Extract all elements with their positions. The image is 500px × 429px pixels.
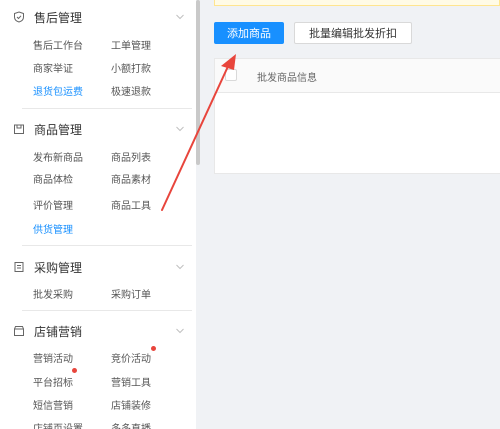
product-box-icon — [14, 124, 24, 134]
section-title: 商品管理 — [34, 122, 83, 137]
sidebar-item-small-payment[interactable]: 小额打款 — [111, 60, 151, 75]
section-header-purchasing[interactable]: 采购管理 — [14, 258, 83, 276]
chevron-down-icon[interactable] — [176, 263, 184, 271]
sidebar-item-purchase-orders[interactable]: 采购订单 — [111, 286, 151, 301]
chevron-down-icon[interactable] — [176, 13, 184, 21]
sidebar-item-sms-marketing[interactable]: 短信营销 — [33, 397, 73, 412]
purchase-list-icon — [14, 262, 24, 272]
sidebar-item-store-decoration[interactable]: 店铺装修 — [111, 397, 151, 412]
select-all-checkbox[interactable] — [225, 69, 237, 81]
sidebar-item-product-checkup[interactable]: 商品体检 — [33, 171, 73, 186]
sidebar-item-return-shipping[interactable]: 退货包运费 — [33, 83, 83, 98]
sidebar-item-live-streaming[interactable]: 多多直播 — [111, 420, 151, 429]
shield-check-icon — [14, 11, 24, 23]
section-header-after-sales[interactable]: 售后管理 — [14, 8, 83, 26]
sidebar: 售后管理 售后工作台 工单管理 商家举证 小额打款 退货包运费 极速退款 商品管… — [0, 0, 196, 429]
main-content: 添加商品 批量编辑批发折扣 批发商品信息 — [200, 0, 500, 429]
shop-icon — [14, 326, 24, 336]
sidebar-item-publish-product[interactable]: 发布新商品 — [33, 149, 83, 164]
sidebar-item-supply-management[interactable]: 供货管理 — [33, 221, 73, 236]
sidebar-item-merchant-evidence[interactable]: 商家举证 — [33, 60, 73, 75]
sidebar-item-fast-refund[interactable]: 极速退款 — [111, 83, 151, 98]
section-divider — [22, 108, 192, 109]
sidebar-item-marketing-activities[interactable]: 营销活动 — [33, 350, 73, 365]
sidebar-item-review-management[interactable]: 评价管理 — [33, 197, 73, 212]
section-header-marketing[interactable]: 店铺营销 — [14, 322, 83, 340]
sidebar-item-product-list[interactable]: 商品列表 — [111, 149, 151, 164]
sidebar-item-bidding-activities[interactable]: 竞价活动 — [111, 350, 151, 365]
section-title: 采购管理 — [34, 260, 83, 275]
table-header: 批发商品信息 — [215, 59, 500, 93]
sidebar-item-ticket-management[interactable]: 工单管理 — [111, 37, 151, 52]
section-divider — [22, 310, 192, 311]
section-divider — [22, 245, 192, 246]
column-header-product-info: 批发商品信息 — [257, 73, 317, 84]
sidebar-item-wholesale-purchase[interactable]: 批发采购 — [33, 286, 73, 301]
sidebar-item-product-materials[interactable]: 商品素材 — [111, 171, 151, 186]
notice-banner — [214, 0, 500, 6]
bulk-edit-wholesale-discount-button[interactable]: 批量编辑批发折扣 — [294, 22, 412, 44]
sidebar-item-after-sales-workbench[interactable]: 售后工作台 — [33, 37, 83, 52]
section-title: 店铺营销 — [34, 324, 83, 339]
sidebar-item-product-tools[interactable]: 商品工具 — [111, 197, 151, 212]
notification-dot — [151, 346, 156, 351]
sidebar-item-platform-bidding[interactable]: 平台招标 — [33, 374, 73, 389]
section-title: 售后管理 — [34, 10, 83, 25]
wholesale-product-table: 批发商品信息 — [214, 58, 500, 174]
add-product-button[interactable]: 添加商品 — [214, 22, 284, 44]
notification-dot — [72, 368, 77, 373]
sidebar-item-store-page-settings[interactable]: 店铺页设置 — [33, 420, 83, 429]
chevron-down-icon[interactable] — [176, 327, 184, 335]
section-header-products[interactable]: 商品管理 — [14, 120, 83, 138]
chevron-down-icon[interactable] — [176, 125, 184, 133]
sidebar-item-marketing-tools[interactable]: 营销工具 — [111, 374, 151, 389]
